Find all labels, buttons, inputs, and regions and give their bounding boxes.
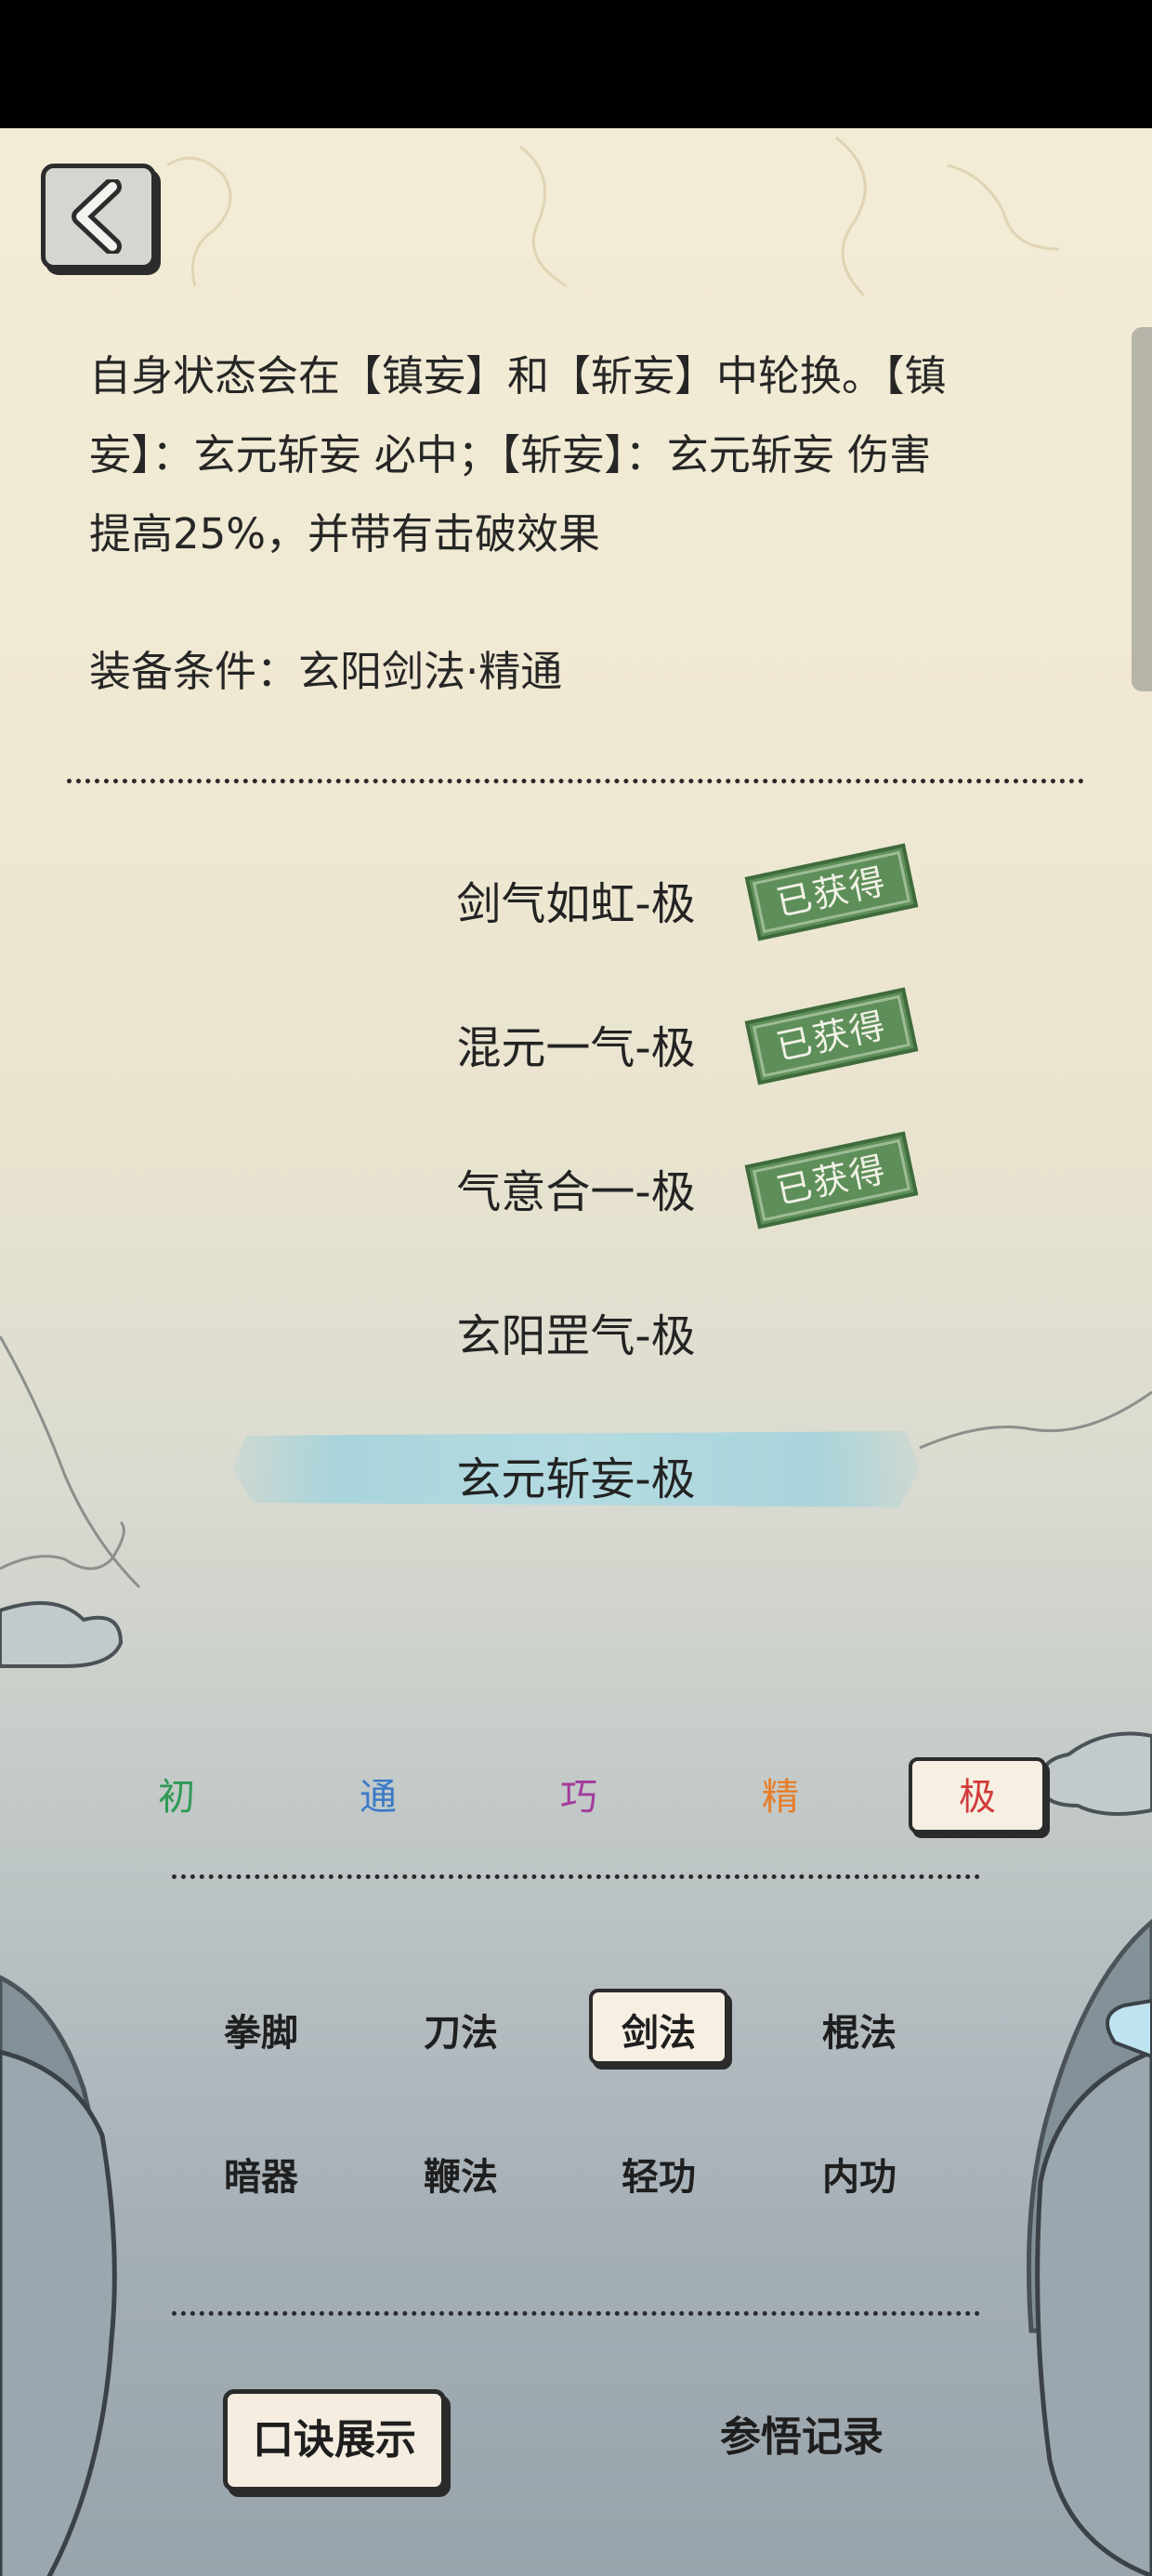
tier-tab-ji[interactable]: 极 [926, 1767, 1028, 1820]
skill-item[interactable]: 玄阳罡气-极 [437, 1299, 715, 1364]
category-neigong[interactable]: 内功 [790, 2147, 929, 2201]
chevron-left-icon [72, 179, 122, 254]
category-bianfa[interactable]: 鞭法 [391, 2147, 530, 2201]
insight-record-button[interactable]: 参悟记录 [720, 2403, 884, 2463]
category-qinggong[interactable]: 轻功 [589, 2147, 728, 2201]
category-gunfa[interactable]: 棍法 [790, 2003, 929, 2057]
skill-item-selected[interactable]: 玄元斩妄-极 [437, 1442, 715, 1507]
skill-description: 自身状态会在【镇妄】和【斩妄】中轮换。【镇 妄】：玄元斩妄 必中；【斩妄】：玄元… [89, 336, 1065, 573]
tier-tab-tong[interactable]: 通 [327, 1767, 429, 1820]
tier-tab-jing[interactable]: 精 [729, 1767, 831, 1820]
back-button[interactable] [41, 164, 156, 269]
equip-condition: 装备条件：玄阳剑法·精通 [89, 647, 563, 696]
obtained-badge: 已获得 [744, 843, 919, 941]
divider [67, 779, 1084, 783]
formula-display-button[interactable]: 口诀展示 [223, 2389, 446, 2491]
skill-description-line: 妄】：玄元斩妄 必中；【斩妄】：玄元斩妄 伤害 [89, 430, 932, 480]
skill-item[interactable]: 混元一气-极 [437, 1011, 715, 1076]
obtained-badge: 已获得 [744, 987, 919, 1085]
tier-tab-qiao[interactable]: 巧 [528, 1767, 630, 1820]
skill-description-line: 自身状态会在【镇妄】和【斩妄】中轮换。【镇 [89, 351, 947, 401]
category-quanjiao[interactable]: 拳脚 [191, 2003, 331, 2057]
scrollbar-thumb[interactable] [1132, 327, 1152, 691]
category-anqi[interactable]: 暗器 [191, 2147, 331, 2201]
category-jianfa[interactable]: 剑法 [589, 2003, 728, 2057]
skill-item[interactable]: 剑气如虹-极 [437, 867, 715, 932]
divider [172, 1874, 980, 1879]
tier-tab-chu[interactable]: 初 [125, 1767, 228, 1820]
obtained-badge: 已获得 [744, 1131, 919, 1229]
category-daofa[interactable]: 刀法 [391, 2003, 530, 2057]
skill-description-line: 提高25%，并带有击破效果 [89, 509, 601, 559]
status-bar-area [0, 0, 1152, 128]
divider [172, 2311, 980, 2316]
skill-item[interactable]: 气意合一-极 [437, 1155, 715, 1220]
